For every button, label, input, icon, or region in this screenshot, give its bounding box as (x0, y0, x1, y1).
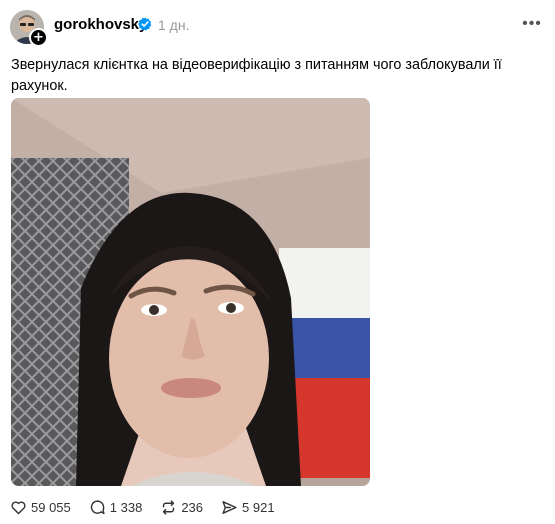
comment-icon (90, 499, 105, 514)
reply-count: 1 338 (109, 499, 143, 515)
threads-post: + gorokhovsky 1 дн. ••• Звернулася клієн… (0, 0, 555, 524)
reply-button[interactable]: 1 338 (89, 499, 143, 516)
post-image[interactable] (11, 98, 370, 486)
heart-icon (11, 500, 26, 514)
send-icon (222, 500, 237, 514)
repost-count: 236 (181, 499, 204, 515)
verified-checkmark-icon (138, 17, 152, 31)
post-text-line: Звернулася клієнтка на відеоверифікацію … (11, 57, 502, 94)
like-button[interactable]: 59 055 (10, 499, 71, 516)
share-button[interactable]: 5 921 (221, 499, 275, 516)
repost-button[interactable]: 236 (160, 499, 203, 516)
plus-icon[interactable]: + (29, 28, 48, 47)
share-count: 5 921 (242, 499, 275, 515)
post-actions: 59 055 1 338 236 5 921 (10, 497, 293, 517)
post-timestamp[interactable]: 1 дн. (158, 17, 189, 33)
more-icon[interactable]: ••• (520, 14, 544, 34)
repost-icon (163, 499, 175, 515)
username[interactable]: gorokhovsky (54, 16, 147, 33)
like-count: 59 055 (31, 499, 71, 515)
